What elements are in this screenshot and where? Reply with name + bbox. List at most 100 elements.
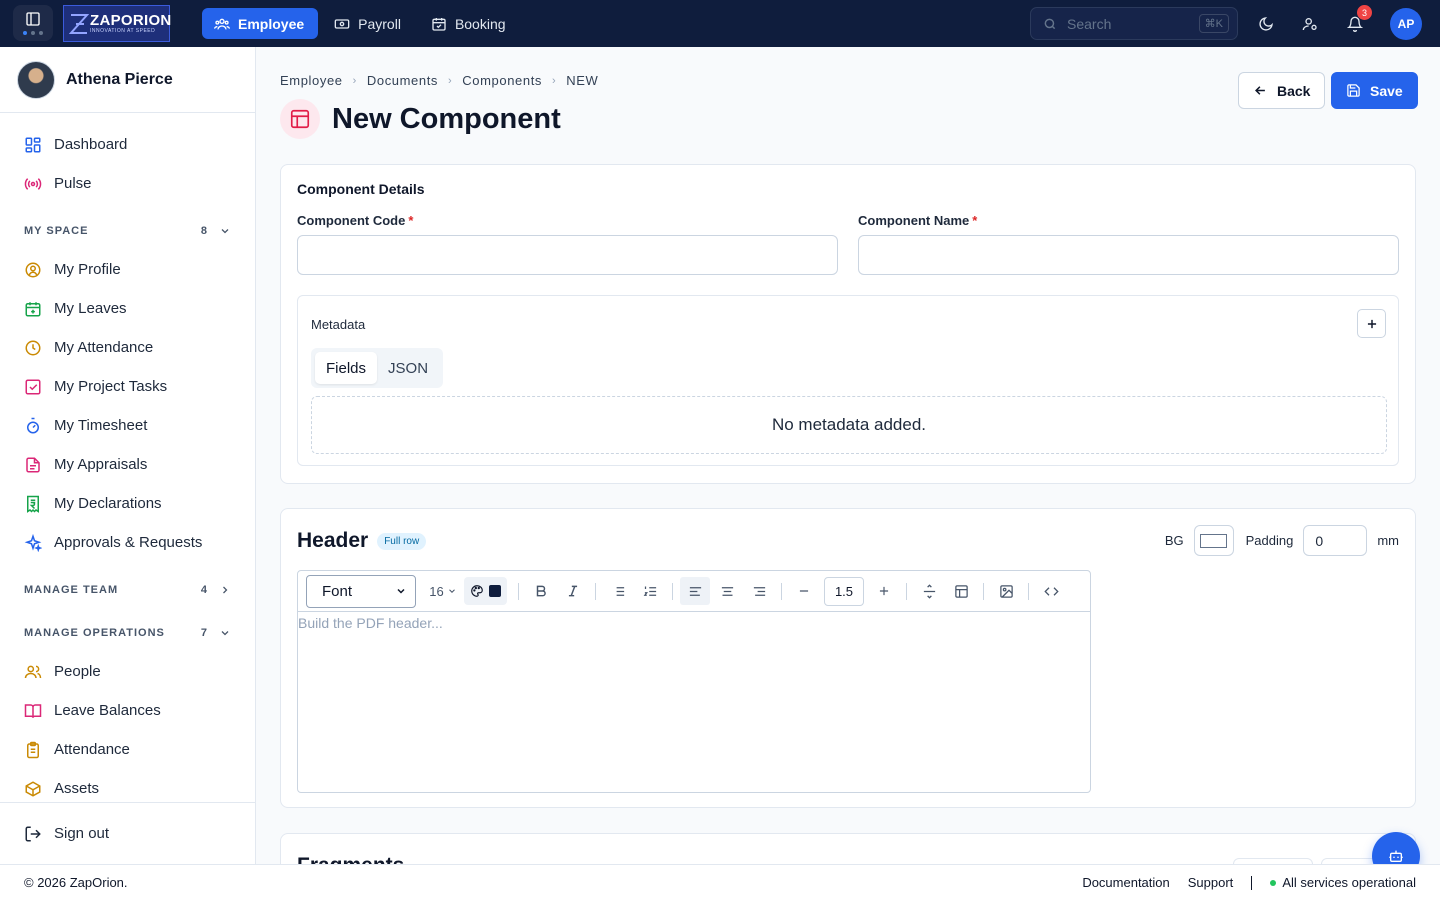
footer: © 2026 ZapOrion. Documentation Support A… [0, 864, 1440, 900]
decrease-line-height-button[interactable] [789, 577, 819, 605]
page-header: New Component [280, 99, 561, 139]
workspace-dots [23, 31, 43, 35]
chevron-right-icon [223, 586, 228, 593]
search-input[interactable] [1067, 15, 1199, 32]
save-button[interactable]: Save [1331, 72, 1418, 109]
sparkles-icon [24, 533, 42, 552]
user-profile-header[interactable]: Athena Pierce [0, 47, 255, 113]
clock-icon [25, 340, 41, 355]
tab-booking-label: Booking [454, 15, 506, 32]
tab-payroll[interactable]: Payroll [322, 8, 415, 39]
align-left-icon [689, 586, 701, 596]
tab-booking[interactable]: Booking [419, 8, 520, 39]
code-view-button[interactable] [1036, 577, 1066, 605]
required-mark: * [408, 213, 414, 228]
editor-content-area[interactable]: Build the PDF header... [298, 612, 1090, 631]
font-size-select[interactable]: 16 [424, 577, 462, 605]
sidebar-item-my-declarations[interactable]: My Declarations [0, 484, 255, 523]
breadcrumb-components[interactable]: Components [462, 73, 542, 88]
bot-icon [1389, 850, 1403, 862]
sidebar-toggle-button[interactable] [13, 5, 53, 41]
sidebar-item-label: My Attendance [54, 339, 154, 356]
component-name-input[interactable] [858, 235, 1399, 275]
sidebar-item-label: My Project Tasks [54, 378, 168, 395]
sidebar-item-leave-balances[interactable]: Leave Balances [0, 691, 255, 730]
header-rich-text-editor: Font 16 1.5 Build the PDF header... [297, 570, 1091, 793]
italic-button[interactable] [558, 577, 588, 605]
bullet-list-button[interactable] [603, 577, 633, 605]
add-metadata-button[interactable] [1357, 309, 1386, 338]
sidebar-item-my-profile[interactable]: My Profile [0, 250, 255, 289]
font-family-select[interactable]: Font [306, 574, 416, 608]
align-right-button[interactable] [744, 577, 774, 605]
tab-fields[interactable]: Fields [315, 352, 378, 384]
sidebar-item-label: My Declarations [54, 495, 162, 512]
app-logo[interactable]: ZAPORION INNOVATION AT SPEED [63, 5, 171, 42]
breadcrumb-documents[interactable]: Documents [367, 73, 438, 88]
section-label: MY SPACE [24, 224, 89, 237]
sidebar-item-dashboard[interactable]: Dashboard [0, 125, 255, 164]
tab-employee[interactable]: Employee [202, 8, 319, 39]
sidebar-item-approvals-requests[interactable]: Approvals & Requests [0, 523, 255, 562]
chevron-down-icon [221, 630, 229, 635]
section-title: Header [297, 529, 369, 552]
text-color-swatch [489, 585, 501, 597]
header-style-controls: BG Padding 0 mm [1165, 525, 1399, 556]
component-details-card: Component Details Component Code * Compon… [280, 164, 1416, 484]
section-manage-operations[interactable]: MANAGE OPERATIONS 7 [0, 613, 255, 652]
zaporion-logo-mark [69, 14, 89, 34]
user-avatar-button[interactable]: AP [1390, 8, 1422, 40]
sidebar-item-my-project-tasks[interactable]: My Project Tasks [0, 367, 255, 406]
increase-line-height-button[interactable] [869, 577, 899, 605]
sidebar-item-people[interactable]: People [0, 652, 255, 691]
toolbar-divider [672, 582, 673, 600]
notifications-button[interactable]: 3 [1342, 5, 1372, 37]
insert-table-button[interactable] [946, 577, 976, 605]
sidebar-item-my-appraisals[interactable]: My Appraisals [0, 445, 255, 484]
sidebar-item-my-timesheet[interactable]: My Timesheet [0, 406, 255, 445]
line-height-input[interactable]: 1.5 [824, 576, 864, 606]
toolbar-divider [781, 582, 782, 600]
book-open-icon [24, 703, 42, 718]
align-left-button[interactable] [680, 577, 710, 605]
chevron-down-icon [397, 588, 405, 594]
toolbar-divider [595, 582, 596, 600]
back-button[interactable]: Back [1238, 72, 1326, 109]
user-name: Athena Pierce [66, 70, 173, 88]
calendar-plus-icon [25, 301, 41, 316]
tab-json[interactable]: JSON [377, 352, 439, 384]
bold-icon [536, 585, 546, 597]
list-icon [613, 586, 624, 596]
strikethrough-button[interactable] [914, 577, 944, 605]
numbered-list-button[interactable] [635, 577, 665, 605]
padding-input[interactable]: 0 [1303, 525, 1368, 556]
section-manage-team[interactable]: MANAGE TEAM 4 [0, 570, 255, 609]
documentation-link[interactable]: Documentation [1082, 875, 1169, 890]
component-code-input[interactable] [297, 235, 838, 275]
user-avatar [17, 60, 55, 99]
align-center-button[interactable] [712, 577, 742, 605]
module-tabs: Employee Payroll Booking [202, 8, 520, 39]
text-color-picker[interactable] [464, 577, 507, 605]
breadcrumb: Employee › Documents › Components › NEW [280, 73, 598, 88]
sidebar-item-my-attendance[interactable]: My Attendance [0, 328, 255, 367]
search-icon [1044, 18, 1056, 29]
user-settings-button[interactable] [1297, 11, 1323, 37]
bg-color-picker[interactable] [1193, 525, 1234, 556]
calendar-check-icon [432, 17, 446, 31]
sidebar-item-attendance[interactable]: Attendance [0, 730, 255, 769]
receipt-rupee-icon [27, 495, 39, 513]
sidebar-item-pulse[interactable]: Pulse [0, 164, 255, 203]
section-my-space[interactable]: MY SPACE 8 [0, 211, 255, 250]
support-link[interactable]: Support [1188, 875, 1234, 890]
timer-icon [27, 417, 39, 433]
theme-toggle-button[interactable] [1253, 11, 1279, 37]
table-icon [954, 584, 968, 598]
bold-button[interactable] [526, 577, 556, 605]
breadcrumb-employee[interactable]: Employee [280, 73, 343, 88]
sign-out-button[interactable]: Sign out [0, 802, 255, 864]
insert-image-button[interactable] [991, 577, 1021, 605]
sidebar-item-my-leaves[interactable]: My Leaves [0, 289, 255, 328]
sidebar-item-label: Dashboard [54, 136, 128, 153]
global-search[interactable]: ⌘K [1030, 7, 1238, 40]
